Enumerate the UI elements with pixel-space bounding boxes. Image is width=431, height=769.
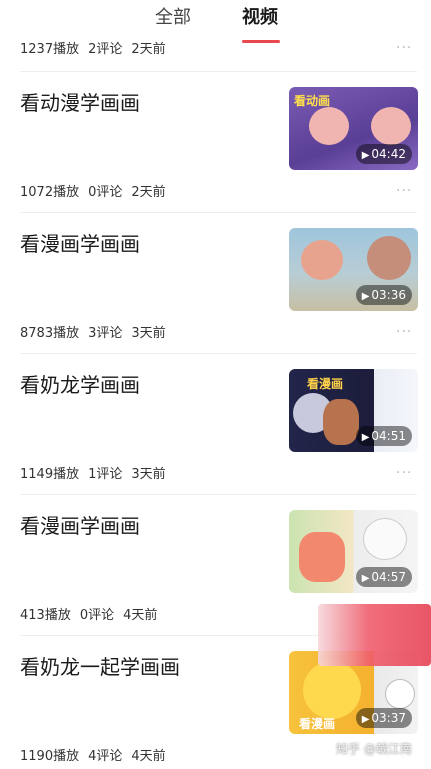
post-time: 3天前 — [131, 467, 166, 482]
video-title[interactable]: 看奶龙学画画 — [20, 371, 140, 399]
video-thumbnail[interactable]: ▶ 03:36 — [289, 228, 418, 311]
comment-count: 3评论 — [88, 326, 123, 341]
post-time: 2天前 — [131, 42, 166, 57]
video-meta: 1190播放 4评论 4天前 — [20, 745, 175, 764]
play-icon: ▶ — [361, 150, 370, 161]
character-figure — [371, 107, 411, 145]
sketch-figure — [385, 679, 415, 709]
video-title[interactable]: 看漫画学画画 — [20, 230, 140, 258]
duration-text: 03:37 — [371, 711, 406, 725]
mosaic-overlay — [318, 604, 431, 666]
video-title[interactable]: 看漫画学画画 — [20, 512, 140, 540]
thumbnail-caption: 看漫画 — [307, 377, 344, 391]
post-time: 2天前 — [131, 185, 166, 200]
play-count: 1190播放 — [20, 749, 80, 764]
divider — [20, 71, 417, 72]
duration-badge: ▶ 04:42 — [355, 144, 412, 164]
video-meta: 1072播放 0评论 2天前 — [20, 181, 175, 200]
thumbnail-caption: 看漫画 — [299, 717, 336, 731]
play-count: 1072播放 — [20, 185, 80, 200]
play-count: 413播放 — [20, 608, 71, 623]
post-time: 4天前 — [123, 608, 158, 623]
divider — [20, 494, 417, 495]
character-figure — [301, 240, 343, 280]
video-title[interactable]: 看动漫学画画 — [20, 89, 140, 117]
tab-video[interactable]: 视频 — [242, 6, 278, 30]
post-time: 4天前 — [131, 749, 166, 764]
play-count: 1149播放 — [20, 467, 80, 482]
play-count: 8783播放 — [20, 326, 80, 341]
more-options-icon[interactable]: ··· — [396, 324, 412, 340]
comment-count: 0评论 — [79, 608, 115, 623]
duration-badge: ▶ 03:36 — [355, 285, 412, 305]
character-figure — [303, 661, 361, 719]
duration-badge: ▶ 04:57 — [355, 567, 412, 587]
character-figure — [309, 107, 349, 145]
watermark-text: 知乎 @戟江南 — [336, 742, 412, 756]
duration-badge: ▶ 03:37 — [355, 708, 412, 728]
more-options-icon[interactable]: ··· — [396, 465, 412, 481]
duration-text: 04:51 — [371, 429, 406, 443]
active-tab-indicator — [242, 40, 280, 43]
video-meta: 1237播放 2评论 2天前 — [20, 38, 175, 57]
play-icon: ▶ — [361, 714, 370, 725]
tab-all[interactable]: 全部 — [155, 6, 191, 30]
comment-count: 4评论 — [88, 749, 123, 764]
comment-count: 2评论 — [88, 42, 123, 57]
play-count: 1237播放 — [20, 42, 80, 57]
divider — [20, 212, 417, 213]
duration-badge: ▶ 04:51 — [355, 426, 412, 446]
divider — [20, 353, 417, 354]
more-options-icon[interactable]: ··· — [396, 40, 412, 56]
play-icon: ▶ — [361, 432, 370, 443]
video-thumbnail[interactable]: 看漫画 ▶ 04:51 — [289, 369, 418, 452]
post-time: 3天前 — [131, 326, 166, 341]
video-meta: 8783播放 3评论 3天前 — [20, 322, 175, 341]
video-meta: 1149播放 1评论 3天前 — [20, 463, 175, 482]
duration-text: 04:42 — [371, 147, 406, 161]
comment-count: 1评论 — [88, 467, 123, 482]
duration-text: 03:36 — [371, 288, 406, 302]
video-title[interactable]: 看奶龙一起学画画 — [20, 653, 180, 681]
sketch-figure — [363, 518, 407, 560]
more-options-icon[interactable]: ··· — [396, 183, 412, 199]
duration-text: 04:57 — [371, 570, 406, 584]
video-thumbnail[interactable]: ▶ 04:57 — [289, 510, 418, 593]
video-thumbnail[interactable]: 看动画 ▶ 04:42 — [289, 87, 418, 170]
play-icon: ▶ — [361, 291, 370, 302]
character-figure — [323, 399, 359, 445]
play-icon: ▶ — [361, 573, 370, 584]
comment-count: 0评论 — [88, 185, 123, 200]
character-figure — [367, 236, 411, 280]
video-meta: 413播放 0评论 4天前 — [20, 604, 166, 623]
character-figure — [299, 532, 345, 582]
